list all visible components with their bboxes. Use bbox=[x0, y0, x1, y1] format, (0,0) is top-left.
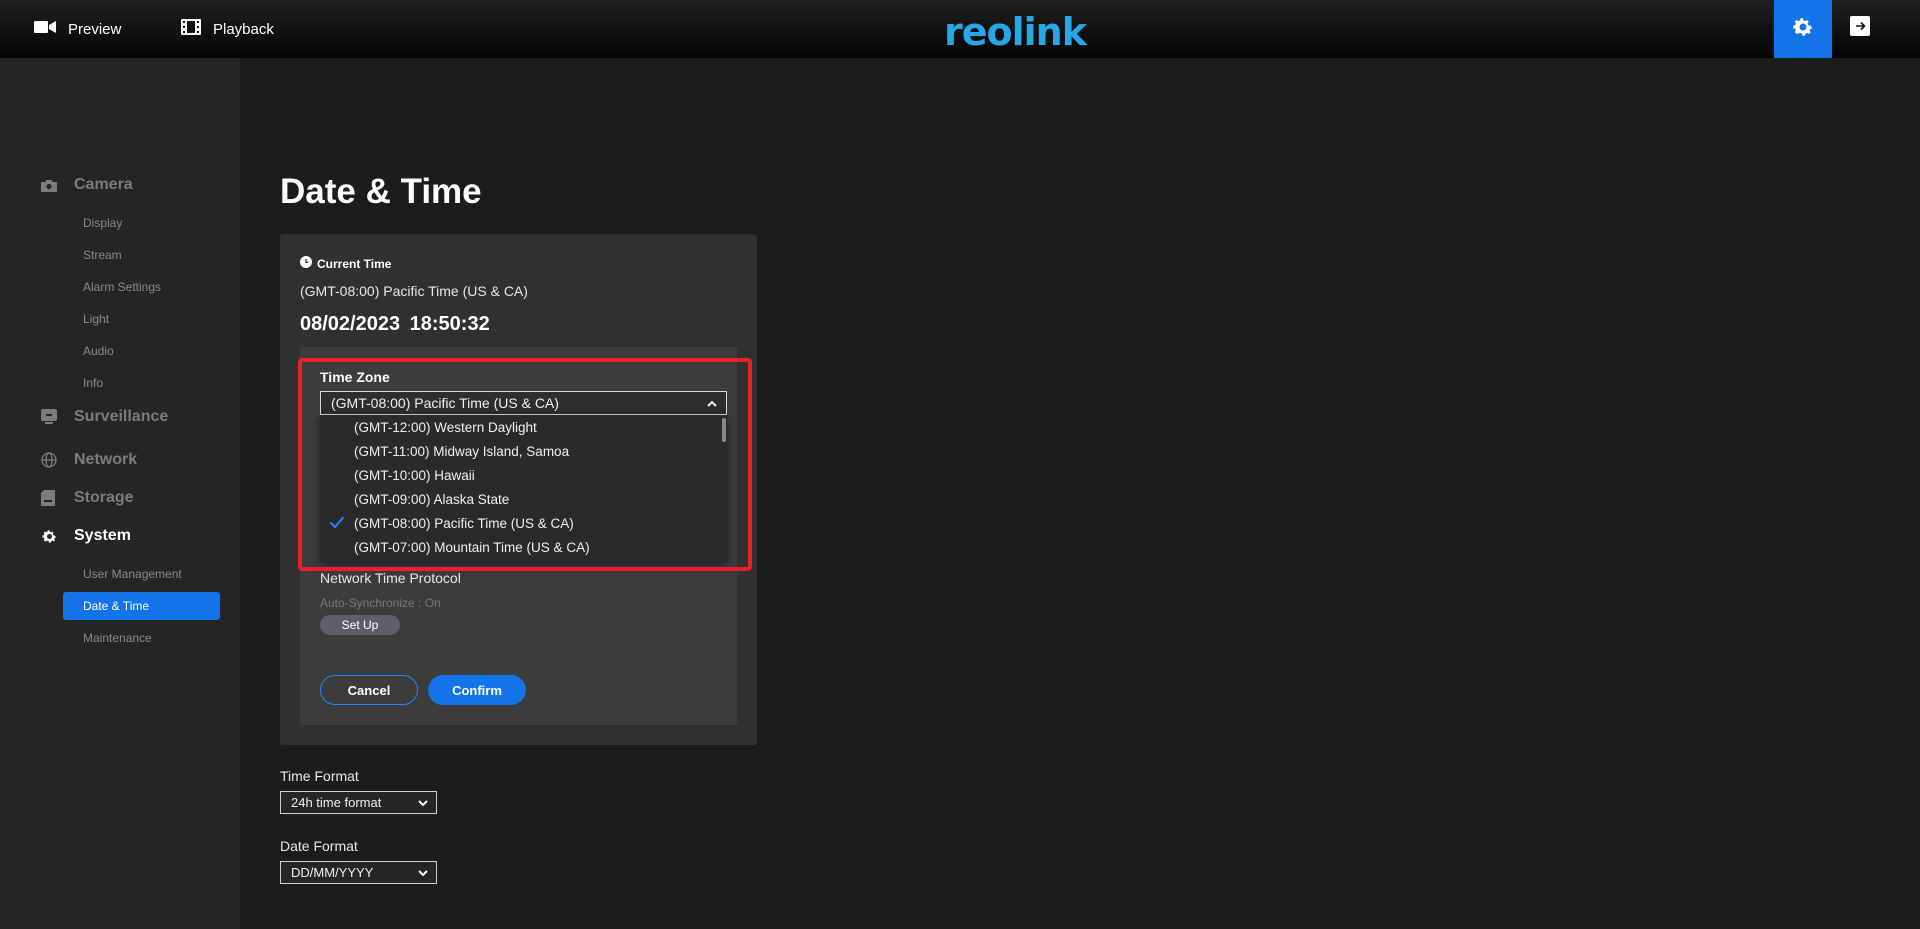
sidebar-item-system-label: System bbox=[74, 527, 131, 544]
time-zone-option[interactable]: (GMT-09:00) Alaska State bbox=[320, 487, 722, 511]
time-zone-label: Time Zone bbox=[320, 369, 390, 385]
current-datetime: 08/02/2023 18:50:32 bbox=[300, 313, 490, 335]
chevron-down-icon bbox=[417, 867, 429, 882]
time-zone-option-selected[interactable]: (GMT-08:00) Pacific Time (US & CA) bbox=[320, 511, 722, 535]
ntp-label: Network Time Protocol bbox=[320, 570, 461, 586]
time-format-value: 24h time format bbox=[291, 795, 382, 810]
sidebar-item-stream[interactable]: Stream bbox=[63, 241, 220, 269]
cancel-button[interactable]: Cancel bbox=[320, 675, 418, 705]
sidebar-item-system[interactable]: System bbox=[40, 527, 131, 545]
sidebar-item-network[interactable]: Network bbox=[40, 451, 137, 469]
nav-playback-label: Playback bbox=[213, 20, 274, 38]
time-format-select[interactable]: 24h time format bbox=[280, 791, 437, 814]
logout-button[interactable] bbox=[1848, 15, 1872, 41]
nav-playback[interactable]: Playback bbox=[181, 0, 274, 58]
ntp-setup-button[interactable]: Set Up bbox=[320, 615, 400, 635]
nav-preview[interactable]: Preview bbox=[34, 0, 121, 58]
current-time-heading: Current Time bbox=[300, 256, 391, 271]
time-zone-dropdown: (GMT-12:00) Western Daylight (GMT-11:00)… bbox=[320, 415, 727, 562]
camera-icon bbox=[40, 176, 58, 194]
date-format-select[interactable]: DD/MM/YYYY bbox=[280, 861, 437, 884]
sidebar-item-info[interactable]: Info bbox=[63, 369, 220, 397]
time-zone-option[interactable]: (GMT-10:00) Hawaii bbox=[320, 463, 722, 487]
globe-icon bbox=[40, 451, 58, 469]
time-zone-option-label: (GMT-08:00) Pacific Time (US & CA) bbox=[354, 515, 574, 531]
monitor-icon bbox=[40, 408, 58, 426]
sidebar-item-audio[interactable]: Audio bbox=[63, 337, 220, 365]
chevron-up-icon bbox=[706, 397, 718, 413]
sidebar-item-network-label: Network bbox=[74, 451, 138, 468]
confirm-button[interactable]: Confirm bbox=[428, 675, 526, 705]
time-zone-option[interactable]: (GMT-11:00) Midway Island, Samoa bbox=[320, 439, 722, 463]
date-format-value: DD/MM/YYYY bbox=[291, 865, 374, 880]
time-format-label: Time Format bbox=[280, 768, 359, 784]
clock-icon bbox=[300, 256, 312, 271]
logout-icon bbox=[1850, 15, 1870, 41]
sidebar-item-surveillance[interactable]: Surveillance bbox=[40, 408, 168, 426]
date-format-label: Date Format bbox=[280, 838, 358, 854]
system-gear-icon bbox=[40, 527, 58, 545]
sidebar-item-light[interactable]: Light bbox=[63, 305, 220, 333]
sidebar-item-user-management[interactable]: User Management bbox=[63, 560, 220, 588]
time-zone-selected: (GMT-08:00) Pacific Time (US & CA) bbox=[331, 395, 559, 411]
sidebar-item-camera[interactable]: Camera bbox=[40, 176, 133, 194]
ntp-status: Auto-Synchronize : On bbox=[320, 596, 441, 610]
storage-icon bbox=[40, 489, 58, 507]
sidebar-item-date-time[interactable]: Date & Time bbox=[63, 592, 220, 620]
sidebar-item-camera-label: Camera bbox=[74, 176, 133, 193]
sidebar-item-surveillance-label: Surveillance bbox=[74, 408, 169, 425]
time-zone-select[interactable]: (GMT-08:00) Pacific Time (US & CA) bbox=[320, 391, 727, 415]
reolink-logo: reolink bbox=[944, 10, 1087, 54]
current-time-label: Current Time bbox=[317, 256, 392, 271]
checkmark-icon bbox=[329, 515, 345, 532]
dropdown-scrollbar[interactable] bbox=[722, 418, 726, 442]
sidebar-item-maintenance[interactable]: Maintenance bbox=[63, 624, 220, 652]
current-zone: (GMT-08:00) Pacific Time (US & CA) bbox=[300, 283, 528, 299]
sidebar-item-display[interactable]: Display bbox=[63, 209, 220, 237]
settings-button[interactable] bbox=[1774, 0, 1832, 58]
top-bar: Preview Playback reolink bbox=[0, 0, 1920, 58]
sidebar-item-storage[interactable]: Storage bbox=[40, 489, 134, 507]
gear-icon bbox=[1791, 15, 1815, 44]
nav-preview-label: Preview bbox=[68, 20, 122, 38]
page-title: Date & Time bbox=[280, 172, 482, 211]
film-icon bbox=[181, 19, 201, 39]
chevron-down-icon bbox=[417, 797, 429, 812]
sidebar-item-storage-label: Storage bbox=[74, 489, 134, 506]
time-zone-option[interactable]: (GMT-12:00) Western Daylight bbox=[320, 415, 722, 439]
time-zone-option[interactable]: (GMT-07:00) Mountain Time (US & CA) bbox=[320, 535, 722, 559]
sidebar-item-alarm-settings[interactable]: Alarm Settings bbox=[63, 273, 220, 301]
video-camera-icon bbox=[34, 20, 56, 38]
